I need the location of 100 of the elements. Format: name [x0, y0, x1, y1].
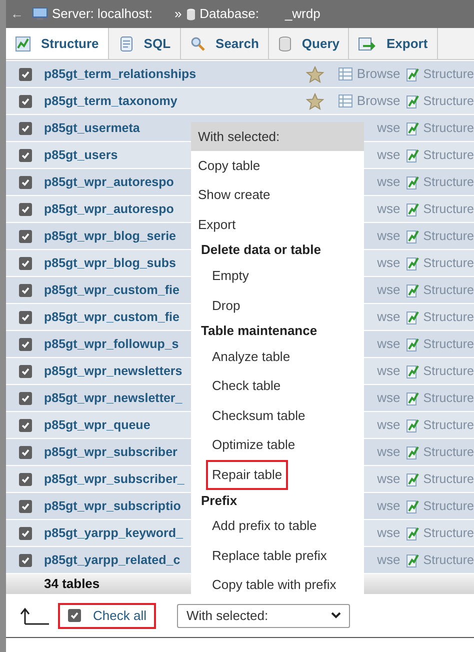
checkbox[interactable]: [18, 554, 32, 566]
structure-link[interactable]: Structure: [423, 254, 474, 272]
browse-link[interactable]: wse: [377, 523, 400, 543]
structure-icon: [406, 364, 420, 378]
checkbox[interactable]: [18, 526, 32, 540]
table-name-link[interactable]: p85gt_wpr_subscriber: [44, 442, 178, 462]
table-name-link[interactable]: p85gt_wpr_newsletters: [44, 362, 182, 380]
structure-link[interactable]: Structure: [423, 362, 474, 380]
table-name-link[interactable]: p85gt_wpr_followup_s: [44, 334, 179, 354]
browse-link[interactable]: wse: [377, 253, 400, 273]
checkbox[interactable]: [18, 500, 32, 512]
table-name-link[interactable]: p85gt_wpr_custom_fie: [44, 308, 180, 326]
checkbox[interactable]: [18, 284, 32, 296]
table-count: 34 tables: [44, 575, 100, 594]
checkbox[interactable]: [18, 364, 32, 378]
structure-link[interactable]: Structure: [423, 416, 474, 434]
structure-icon: [406, 498, 420, 514]
checkbox[interactable]: [18, 230, 32, 242]
checkbox[interactable]: [18, 68, 32, 80]
table-name-link[interactable]: p85gt_wpr_subscriptio: [44, 496, 181, 516]
structure-link[interactable]: Structure: [423, 308, 474, 326]
menu-item[interactable]: Repair table: [206, 460, 288, 490]
structure-icon: [406, 66, 420, 82]
checkbox[interactable]: [18, 392, 32, 404]
with-selected-dropdown[interactable]: With selected:: [177, 604, 350, 628]
tab[interactable]: Structure: [6, 28, 109, 59]
structure-icon: [406, 148, 420, 162]
menu-item[interactable]: Optimize table: [212, 435, 296, 455]
table-name-link[interactable]: p85gt_term_taxonomy: [44, 92, 178, 110]
table-name-link[interactable]: p85gt_wpr_blog_subs: [44, 254, 176, 272]
table-name-link[interactable]: p85gt_wpr_queue: [44, 416, 150, 434]
table-name-link[interactable]: p85gt_yarpp_related_c: [44, 550, 180, 570]
database-name[interactable]: _wrdp: [284, 4, 320, 24]
star-icon[interactable]: [306, 92, 324, 110]
browse-link[interactable]: wse: [377, 199, 400, 219]
database-link[interactable]: Database:: [200, 4, 259, 24]
checkbox[interactable]: [18, 202, 32, 216]
checkbox[interactable]: [18, 418, 32, 432]
browse-link[interactable]: wse: [377, 469, 400, 489]
structure-icon: [406, 444, 420, 460]
structure-icon: [406, 472, 420, 486]
structure-icon: [15, 36, 31, 52]
back-button[interactable]: ←: [6, 4, 28, 24]
menu-item[interactable]: Checksum table: [212, 406, 306, 426]
structure-link[interactable]: Structure: [423, 524, 474, 542]
export-icon: [358, 36, 376, 52]
structure-link[interactable]: Structure: [423, 200, 474, 218]
checkbox[interactable]: [18, 176, 32, 188]
browse-link[interactable]: Browse: [356, 91, 400, 111]
checkbox[interactable]: [18, 122, 32, 134]
browse-link[interactable]: wse: [377, 415, 400, 435]
table-name-link[interactable]: p85gt_wpr_autorespo: [44, 200, 174, 218]
browse-link[interactable]: wse: [377, 145, 400, 165]
structure-link[interactable]: Structure: [423, 92, 474, 110]
menu-item[interactable]: Add prefix to table: [212, 516, 317, 536]
menu-item[interactable]: Replace table prefix: [212, 546, 327, 566]
table-name-link[interactable]: p85gt_wpr_custom_fie: [44, 280, 180, 300]
monitor-icon: [32, 7, 48, 21]
checkbox[interactable]: [18, 446, 32, 458]
menu-item[interactable]: Empty: [212, 266, 249, 286]
table-name-link[interactable]: p85gt_wpr_subscriber_: [44, 470, 184, 488]
server-link[interactable]: Server: localhost:: [52, 4, 152, 24]
checkbox[interactable]: [18, 256, 32, 270]
menu-item[interactable]: Copy table with prefix: [212, 575, 336, 595]
table-name-link[interactable]: p85gt_users: [44, 146, 118, 164]
table-name-link[interactable]: p85gt_usermeta: [44, 118, 140, 138]
checkbox[interactable]: [18, 338, 32, 350]
table-name-link[interactable]: p85gt_wpr_autorespo: [44, 172, 174, 192]
menu-item[interactable]: Copy table: [198, 156, 260, 176]
structure-icon: [406, 202, 420, 216]
checkbox[interactable]: [18, 472, 32, 486]
menu-item[interactable]: Check table: [212, 376, 281, 396]
table-name-link[interactable]: p85gt_wpr_newsletter_: [44, 388, 182, 408]
table-name-link[interactable]: p85gt_wpr_blog_serie: [44, 226, 176, 246]
menu-item[interactable]: Show create: [198, 185, 270, 205]
structure-icon: [406, 174, 420, 190]
structure-icon: [406, 526, 420, 540]
menu-item[interactable]: Analyze table: [212, 346, 290, 366]
checkbox[interactable]: [18, 148, 32, 162]
structure-link[interactable]: Structure: [423, 146, 474, 164]
structure-icon: [406, 418, 420, 432]
tab[interactable]: Search: [180, 28, 269, 59]
table-icon: [338, 67, 353, 81]
checkbox[interactable]: [68, 609, 81, 622]
structure-icon: [406, 228, 420, 244]
structure-icon: [406, 336, 420, 352]
browse-link[interactable]: wse: [377, 307, 400, 327]
structure-link[interactable]: Structure: [423, 470, 474, 488]
separator: »: [174, 5, 182, 24]
menu-item[interactable]: Export: [198, 214, 236, 234]
checkbox[interactable]: [18, 94, 32, 108]
structure-icon: [406, 310, 420, 324]
menu-item[interactable]: Drop: [212, 296, 240, 316]
checkbox[interactable]: [18, 310, 32, 324]
table-name-link[interactable]: p85gt_yarpp_keyword_: [44, 524, 183, 542]
check-all-checkbox[interactable]: Check all: [58, 602, 156, 628]
browse-link[interactable]: wse: [377, 361, 400, 381]
database-icon: [278, 36, 292, 52]
star-icon[interactable]: [306, 66, 324, 82]
table-name-link[interactable]: p85gt_term_relationships: [44, 64, 196, 84]
